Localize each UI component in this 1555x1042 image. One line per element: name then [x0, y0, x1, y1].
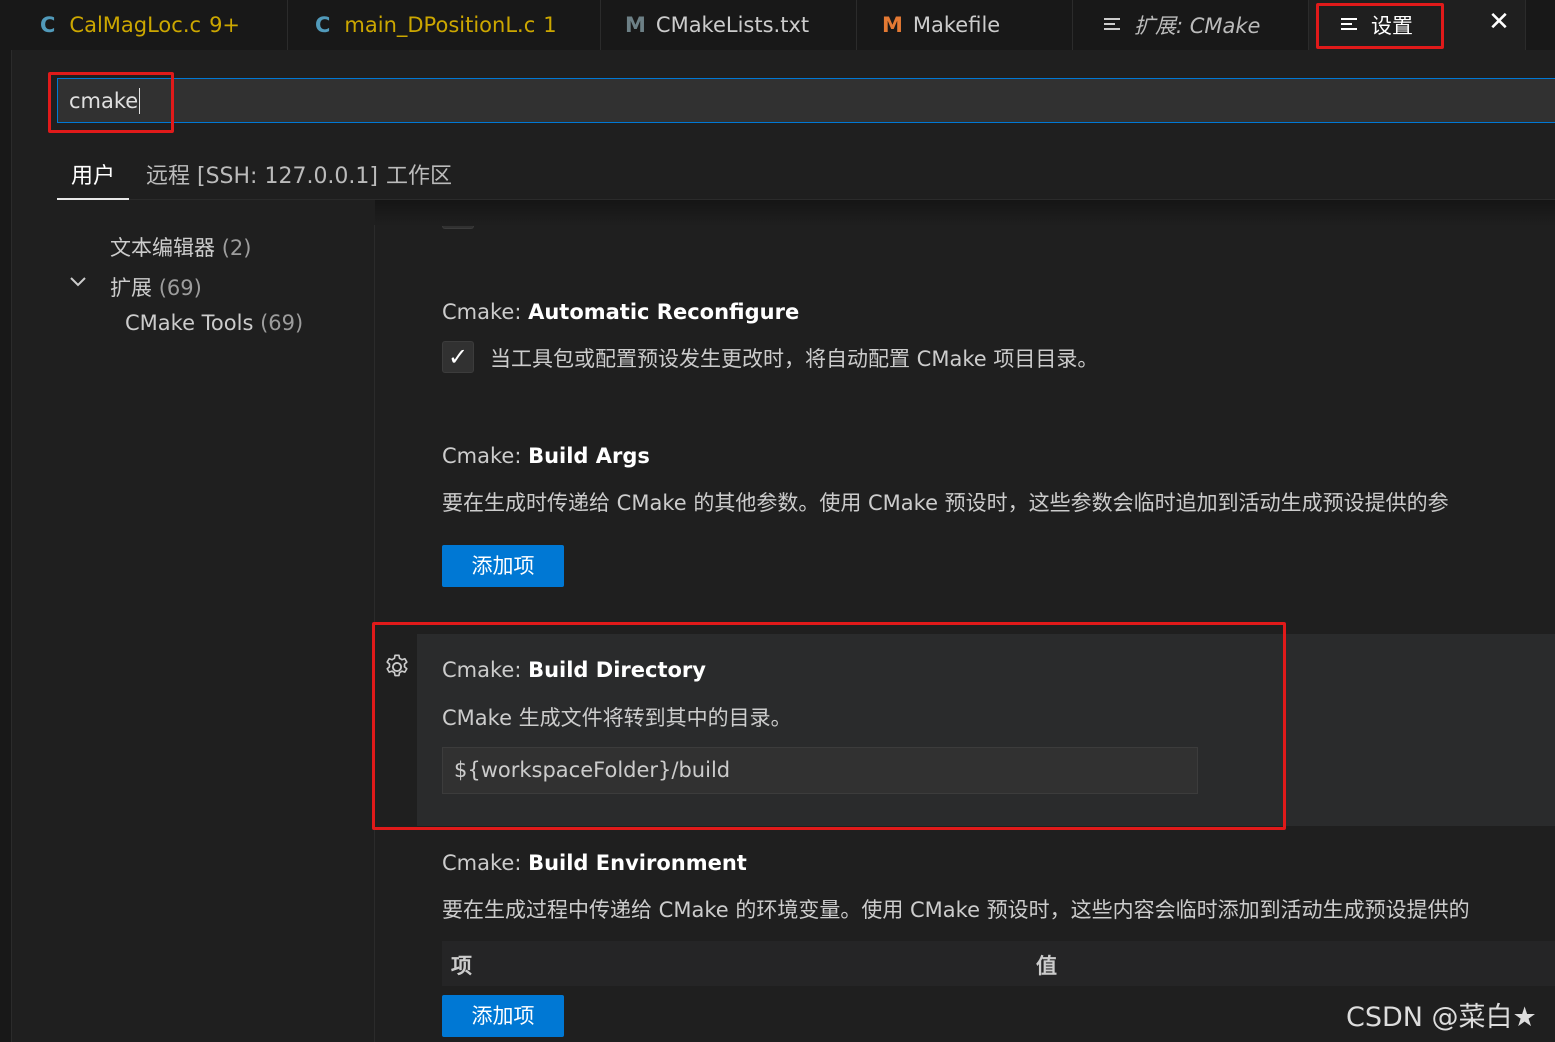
c-file-icon: C: [40, 13, 56, 37]
tab-label: CalMagLoc.c: [69, 13, 202, 37]
env-table-header: 项 值: [442, 941, 1555, 986]
tab-cmakelists[interactable]: M CMakeLists.txt: [601, 0, 857, 50]
toc-label: 文本编辑器: [110, 236, 215, 260]
column-item: 项: [451, 954, 472, 978]
setting-category: Cmake:: [442, 300, 529, 324]
toc-cmake-tools[interactable]: CMake Tools (69): [125, 311, 303, 335]
setting-name: Automatic Reconfigure: [528, 300, 800, 324]
settings-search-input[interactable]: cmake: [57, 78, 1555, 123]
tab-makefile[interactable]: M Makefile: [857, 0, 1073, 50]
close-tab-icon[interactable]: ✕: [1484, 7, 1514, 37]
tab-label: main_DPositionL.c: [344, 13, 536, 37]
auto-reconfigure-checkbox[interactable]: ✓: [442, 341, 474, 373]
tab-user[interactable]: 用户: [57, 158, 130, 200]
toc-label: 扩展: [110, 276, 152, 300]
setting-desc-build-environment: 要在生成过程中传递给 CMake 的环境变量。使用 CMake 预设时，这些内容…: [442, 898, 1470, 922]
setting-category: Cmake:: [442, 851, 529, 875]
setting-desc-auto-reconfigure: 当工具包或配置预设发生更改时，将自动配置 CMake 项目目录。: [490, 347, 1099, 371]
tab-main-dpositionl[interactable]: C main_DPositionL.c 1: [288, 0, 601, 50]
activity-strip: [0, 50, 12, 1042]
setting-title-build-environment: Cmake: Build Environment: [442, 851, 747, 875]
problems-badge: 9+: [209, 13, 241, 37]
watermark: CSDN @菜白★: [1346, 1002, 1537, 1033]
toc-count: (2): [221, 236, 252, 260]
setting-title-build-args: Cmake: Build Args: [442, 444, 650, 468]
settings-toc: 文本编辑器 (2) 扩展 (69) CMake Tools (69): [12, 210, 374, 1042]
build-env-add-item-button[interactable]: 添加项: [442, 995, 564, 1037]
problems-badge: 1: [543, 13, 557, 37]
annotation-box-settings-tab: [1316, 3, 1444, 49]
annotation-box-search: [48, 72, 174, 133]
scroll-shadow: [375, 200, 1555, 226]
setting-desc-build-args: 要在生成时传递给 CMake 的其他参数。使用 CMake 预设时，这些参数会临…: [442, 491, 1449, 515]
tab-label: 扩展: CMake: [1134, 14, 1261, 38]
tab-extension-cmake[interactable]: 扩展: CMake: [1073, 0, 1309, 50]
column-value: 值: [1036, 954, 1057, 978]
cmake-file-icon: M: [625, 13, 646, 37]
tab-label: CMakeLists.txt: [655, 13, 810, 37]
annotation-box-build-directory: [372, 622, 1286, 830]
tab-label: Makefile: [912, 13, 1001, 37]
chevron-down-icon[interactable]: [70, 274, 86, 290]
toc-text-editor[interactable]: 文本编辑器 (2): [110, 232, 251, 262]
setting-title-auto-reconfigure: Cmake: Automatic Reconfigure: [442, 300, 799, 324]
makefile-icon: M: [882, 13, 903, 37]
tab-overflow: [1525, 0, 1555, 50]
setting-category: Cmake:: [442, 444, 529, 468]
toc-count: (69): [158, 276, 202, 300]
c-file-icon: C: [315, 13, 331, 37]
build-args-add-item-button[interactable]: 添加项: [442, 545, 564, 587]
settings-scope-tabs: 用户 远程 [SSH: 127.0.0.1] 工作区: [57, 150, 1555, 200]
toc-extensions[interactable]: 扩展 (69): [110, 272, 202, 302]
tab-remote[interactable]: 远程 [SSH: 127.0.0.1]: [146, 158, 378, 199]
toc-count: (69): [260, 311, 304, 335]
tab-workspace[interactable]: 工作区: [386, 158, 452, 199]
toc-label: CMake Tools: [125, 311, 254, 335]
tab-calmagloc[interactable]: C CalMagLoc.c 9+: [12, 0, 288, 50]
setting-name: Build Args: [528, 444, 650, 468]
setting-name: Build Environment: [528, 851, 747, 875]
preview-icon: [1104, 17, 1122, 33]
